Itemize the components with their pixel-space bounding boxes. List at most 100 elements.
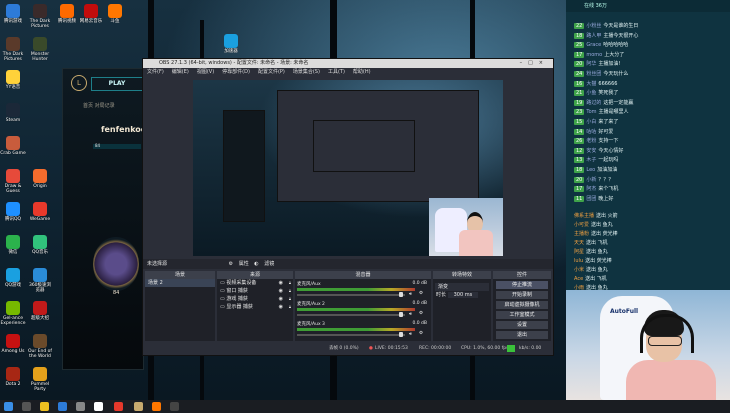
lock-icon[interactable]: 🔒︎ bbox=[289, 295, 291, 303]
control-button[interactable]: 设置 bbox=[496, 321, 548, 329]
chat-nickname[interactable]: Grace bbox=[586, 42, 601, 48]
speaker-icon[interactable]: 🔊︎ bbox=[409, 291, 412, 297]
visibility-icon[interactable]: ◉ bbox=[279, 303, 283, 311]
desktop-shortcut[interactable]: Draw & Guess bbox=[0, 169, 26, 194]
lock-icon[interactable]: 🔒︎ bbox=[289, 279, 291, 287]
source-item[interactable]: ▭ 显示器 捕获 ◉ 🔒︎ bbox=[217, 303, 293, 311]
desktop-shortcut[interactable]: The Dark Pictures bbox=[27, 4, 53, 29]
chat-nickname[interactable]: 阿杰 bbox=[586, 186, 596, 192]
scenes-list[interactable]: 场景 2 bbox=[145, 279, 215, 341]
control-button[interactable]: 工作室模式 bbox=[496, 311, 548, 319]
visibility-icon[interactable]: ◉ bbox=[279, 287, 283, 295]
chat-nickname[interactable]: 咕咕 bbox=[586, 129, 596, 135]
chat-nickname[interactable]: 路过的 bbox=[586, 100, 601, 106]
desktop-shortcut[interactable]: Gel-ance Experience bbox=[0, 301, 26, 326]
menu-item[interactable]: 场景集合(S) bbox=[293, 69, 320, 75]
transitions-panel[interactable]: 渐变 时长 300 ms bbox=[433, 279, 491, 341]
gift-sender[interactable]: 阿星 bbox=[574, 249, 584, 255]
volume-slider-handle[interactable] bbox=[399, 332, 403, 337]
chat-nickname[interactable]: 大猫 bbox=[586, 81, 596, 87]
desktop-shortcut[interactable]: 斗鱼 bbox=[102, 4, 128, 24]
desktop-shortcut[interactable]: 超级大招 bbox=[27, 301, 53, 321]
desktop-shortcut[interactable]: QQ音乐 bbox=[27, 235, 53, 255]
explorer-icon[interactable] bbox=[40, 402, 49, 411]
chat-nickname[interactable]: 小新 bbox=[586, 177, 596, 183]
wegame-icon[interactable] bbox=[114, 402, 123, 411]
chat-nickname[interactable]: Tom bbox=[586, 109, 596, 115]
desktop-shortcut[interactable]: 微信 bbox=[0, 235, 26, 255]
transition-duration[interactable]: 时长 300 ms bbox=[433, 291, 491, 299]
desktop-shortcut[interactable]: Origin bbox=[27, 169, 53, 189]
obs-window[interactable]: OBS 27.1.3 (64-bit, windows) - 配置文件: 未命名… bbox=[142, 58, 554, 356]
desktop-shortcut[interactable]: 网易云音乐 bbox=[78, 4, 104, 24]
desktop-shortcut[interactable]: Steam bbox=[0, 103, 26, 123]
league-icon[interactable] bbox=[134, 402, 143, 411]
gift-sender[interactable]: 小可爱 bbox=[574, 222, 589, 228]
chat-nickname[interactable]: 小粉丝 bbox=[586, 23, 601, 29]
chat-nickname[interactable]: 阿华 bbox=[586, 61, 596, 67]
gift-sender[interactable]: 天天 bbox=[574, 240, 584, 246]
desktop-shortcut[interactable]: YY语音 bbox=[0, 70, 26, 90]
douyu-icon[interactable] bbox=[152, 402, 161, 411]
taskbar[interactable] bbox=[0, 400, 730, 413]
gift-sender[interactable]: 主播粉 bbox=[574, 231, 589, 237]
scene-item[interactable]: 场景 2 bbox=[145, 279, 215, 287]
app-icon[interactable] bbox=[76, 402, 85, 411]
menu-item[interactable]: 视图(V) bbox=[197, 69, 214, 75]
desktop-shortcut[interactable]: Our End of the World bbox=[27, 334, 53, 359]
gift-sender[interactable]: 小米 bbox=[574, 267, 584, 273]
audio-mixer[interactable]: 麦克风/Aux 0.0 dB 🔊︎ ⚙ 麦克风/Aux 2 0.0 dB 🔊︎ ⚙ 麦克风/Au… bbox=[295, 279, 431, 341]
chat-nickname[interactable]: 木子 bbox=[586, 157, 596, 163]
control-button[interactable]: 开始录制 bbox=[496, 291, 548, 299]
gift-sender[interactable]: lulu bbox=[574, 258, 583, 264]
menu-item[interactable]: 文件(F) bbox=[147, 69, 164, 75]
start-icon[interactable] bbox=[4, 402, 13, 411]
chat-nickname[interactable]: momo bbox=[586, 52, 602, 58]
desktop-shortcut[interactable]: 360极速浏览器 bbox=[27, 268, 53, 293]
window-controls[interactable]: –□× bbox=[520, 59, 549, 68]
gear-icon[interactable]: ⚙ bbox=[419, 291, 423, 296]
control-button[interactable]: 停止推流 bbox=[496, 281, 548, 289]
visibility-icon[interactable]: ◉ bbox=[279, 295, 283, 303]
desktop-shortcut[interactable]: The Dark Pictures bbox=[0, 37, 26, 62]
control-button[interactable]: 退出 bbox=[496, 331, 548, 339]
control-button[interactable]: 启动虚拟摄像机 bbox=[496, 301, 548, 309]
desktop-shortcut[interactable]: Pummel Party bbox=[27, 367, 53, 392]
menu-item[interactable]: 工具(T) bbox=[328, 69, 345, 75]
qq-icon[interactable] bbox=[58, 402, 67, 411]
gear-icon[interactable]: ⚙ bbox=[419, 311, 423, 316]
desktop-shortcut[interactable]: QQ游戏 bbox=[0, 268, 26, 288]
controls-panel[interactable]: 停止推流开始录制启动虚拟摄像机 工作室模式设置退出 bbox=[493, 279, 551, 341]
client-nav[interactable]: 首页 对局记录 bbox=[83, 102, 115, 109]
search-icon[interactable] bbox=[22, 402, 31, 411]
properties-button[interactable]: 属性 bbox=[239, 261, 249, 267]
desktop-shortcut[interactable]: 加速器 bbox=[218, 34, 244, 54]
desktop-shortcut[interactable]: Crab Game bbox=[0, 136, 26, 156]
speaker-icon[interactable]: 🔊︎ bbox=[409, 331, 412, 337]
visibility-icon[interactable]: ◉ bbox=[279, 279, 283, 287]
desktop-shortcut[interactable]: Monster Hunter bbox=[27, 37, 53, 62]
obs-taskbar-icon[interactable] bbox=[94, 402, 103, 411]
volume-slider[interactable] bbox=[297, 294, 405, 296]
minimize-icon[interactable]: – bbox=[520, 60, 529, 66]
chat-nickname[interactable]: 安安 bbox=[586, 148, 596, 154]
chat-nickname[interactable]: 粉丝团 bbox=[586, 71, 601, 77]
volume-slider-handle[interactable] bbox=[399, 292, 403, 297]
desktop-shortcut[interactable]: Dota 2 bbox=[0, 367, 26, 387]
volume-slider[interactable] bbox=[297, 314, 405, 316]
desktop-shortcut[interactable]: 腾讯视频 bbox=[54, 4, 80, 24]
volume-slider-handle[interactable] bbox=[399, 312, 403, 317]
close-icon[interactable]: × bbox=[539, 60, 549, 66]
lock-icon[interactable]: 🔒︎ bbox=[289, 287, 291, 295]
source-item[interactable]: ▭ 游戏 捕获 ◉ 🔒︎ bbox=[217, 295, 293, 303]
menu-item[interactable]: 停靠部件(D) bbox=[222, 69, 250, 75]
chat-nickname[interactable]: 小白 bbox=[586, 119, 596, 125]
league-client-window[interactable]: L PLAY 首页 对局记录 fenfenkoo 84 84 bbox=[62, 68, 146, 370]
menu-item[interactable]: 编辑(E) bbox=[172, 69, 189, 75]
desktop-shortcut[interactable]: Among Us bbox=[0, 334, 26, 354]
lock-icon[interactable]: 🔒︎ bbox=[289, 303, 291, 311]
desktop-shortcut[interactable]: 腾讯QQ bbox=[0, 202, 26, 222]
chat-nickname[interactable]: 老粉 bbox=[586, 138, 596, 144]
play-button[interactable]: PLAY bbox=[91, 77, 143, 91]
gear-icon[interactable]: ⚙ bbox=[419, 331, 423, 336]
